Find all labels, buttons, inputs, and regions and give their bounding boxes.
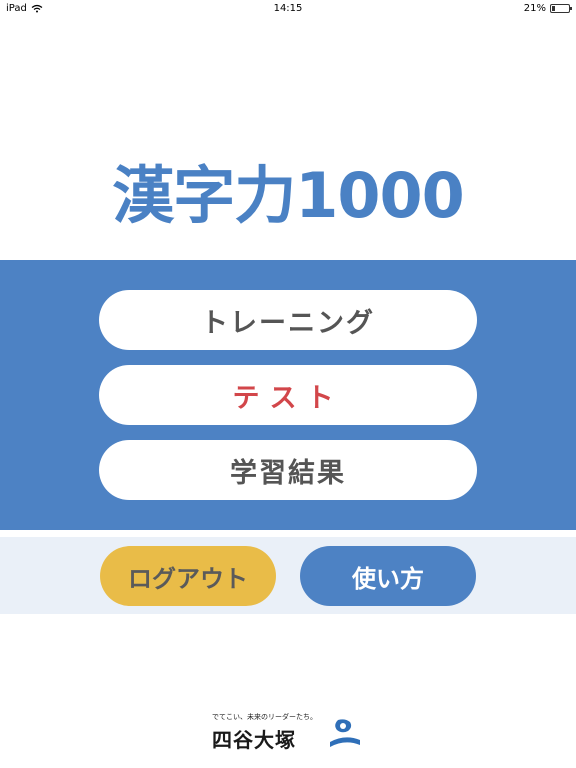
battery-icon [550,4,572,13]
logo-name: 四谷大塚 [212,728,296,752]
training-button[interactable]: トレーニング [99,290,477,350]
logo-mark-icon [330,719,360,747]
test-button[interactable]: テスト [99,365,477,425]
battery-percent: 21% [523,3,546,14]
yotsuya-otsuka-logo: でてこい、未来のリーダーたち。 四谷大塚 [210,712,370,752]
logout-button[interactable]: ログアウト [100,546,276,606]
clock: 14:15 [273,3,303,14]
battery-level [552,6,556,11]
status-right: 21% [523,3,572,14]
how-to-use-button[interactable]: 使い方 [300,546,476,606]
results-button[interactable]: 学習結果 [99,440,477,500]
footer-actions: ログアウト 使い方 [0,537,576,614]
main-menu: トレーニング テスト 学習結果 [0,260,576,530]
app-title: 漢字力1000 [112,159,465,232]
logo-tagline: でてこい、未来のリーダーたち。 [212,713,317,721]
status-bar: iPad 14:15 21% [0,0,576,20]
